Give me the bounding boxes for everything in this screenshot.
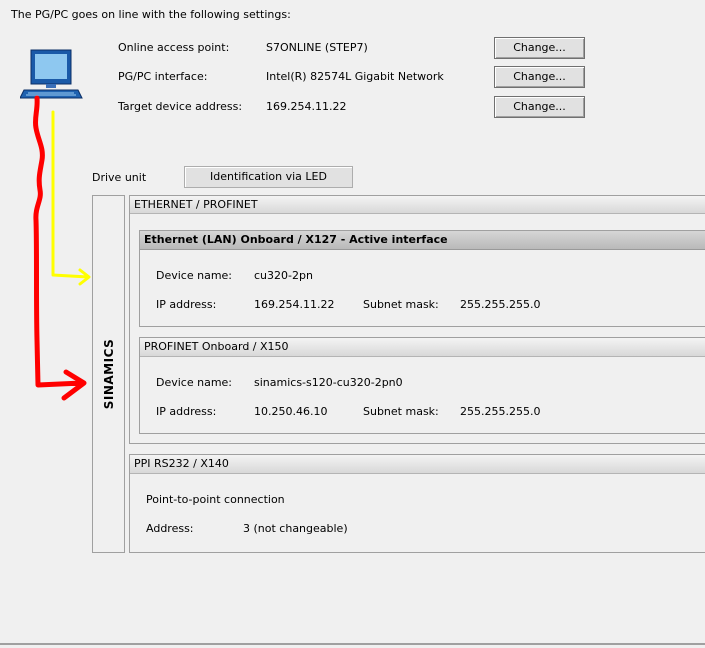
red-arrow [32,95,87,401]
change-target-device-address-button[interactable]: Change... [494,96,585,118]
computer-icon [20,49,83,99]
target-device-address-value: 169.254.11.22 [266,100,347,113]
sinamics-label: SINAMICS [101,338,116,410]
profinet-device-name-value: sinamics-s120-cu320-2pn0 [254,376,403,389]
intro-text: The PG/PC goes on line with the followin… [11,8,291,21]
ethernet-profinet-title: ETHERNET / PROFINET [130,196,705,214]
profinet-subnet-value: 255.255.255.0 [460,405,541,418]
lan-device-name-value: cu320-2pn [254,269,313,282]
yellow-arrow [51,110,91,286]
ppi-rs232-panel[interactable]: PPI RS232 / X140 Point-to-point connecti… [129,454,705,553]
lan-subnet-value: 255.255.255.0 [460,298,541,311]
lan-ip-label: IP address: [156,298,217,311]
profinet-ip-label: IP address: [156,405,217,418]
pgpc-interface-label: PG/PC interface: [118,70,208,83]
change-online-access-point-button[interactable]: Change... [494,37,585,59]
profinet-ip-value: 10.250.46.10 [254,405,328,418]
profinet-subnet-label: Subnet mask: [363,405,439,418]
sinamics-device-box[interactable]: SINAMICS [92,195,125,553]
ppi-address-label: Address: [146,522,194,535]
profinet-device-name-label: Device name: [156,376,233,389]
profinet-interface-title: PROFINET Onboard / X150 [140,338,705,357]
change-pgpc-interface-button[interactable]: Change... [494,66,585,88]
lan-subnet-label: Subnet mask: [363,298,439,311]
lan-interface-title: Ethernet (LAN) Onboard / X127 - Active i… [140,231,705,250]
lan-interface-panel[interactable]: Ethernet (LAN) Onboard / X127 - Active i… [139,230,705,327]
ppi-connection-text: Point-to-point connection [146,493,285,506]
ppi-rs232-title: PPI RS232 / X140 [130,455,705,474]
ethernet-profinet-group: ETHERNET / PROFINET Ethernet (LAN) Onboa… [129,195,705,444]
online-access-point-label: Online access point: [118,41,230,54]
online-access-point-value: S7ONLINE (STEP7) [266,41,368,54]
ppi-address-value: 3 (not changeable) [243,522,348,535]
lan-ip-value: 169.254.11.22 [254,298,335,311]
identification-via-led-button[interactable]: Identification via LED [184,166,353,188]
bottom-divider [0,643,705,645]
pgpc-interface-value: Intel(R) 82574L Gigabit Network [266,70,444,83]
target-device-address-label: Target device address: [118,100,243,113]
lan-device-name-label: Device name: [156,269,233,282]
drive-unit-label: Drive unit [92,171,147,184]
profinet-interface-panel[interactable]: PROFINET Onboard / X150 Device name: sin… [139,337,705,434]
